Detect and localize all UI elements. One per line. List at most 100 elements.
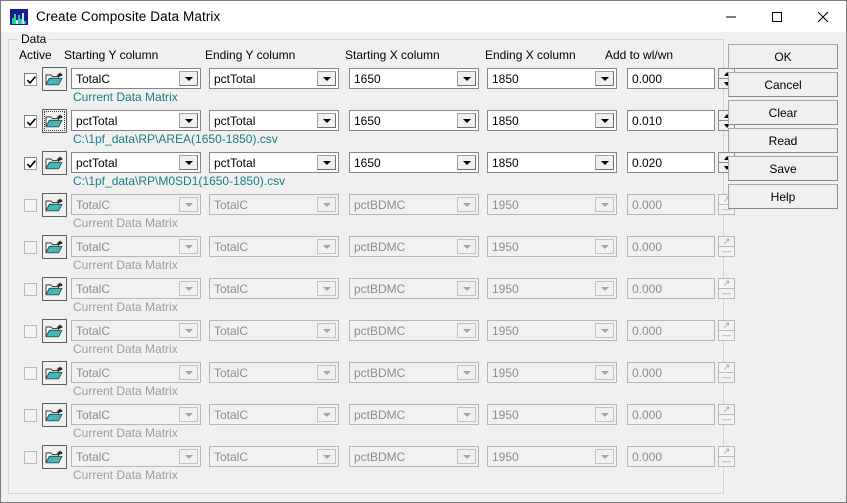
ending-y-column-combo-value: TotalC [214, 365, 249, 380]
open-file-folder-button[interactable] [42, 109, 67, 133]
add-to-wl-wn-stepper[interactable]: 0.000 ↗ — [627, 446, 735, 467]
help-button[interactable]: Help [728, 184, 838, 209]
open-file-folder-button[interactable] [42, 151, 67, 175]
active-checkbox[interactable] [24, 73, 37, 86]
cancel-button[interactable]: Cancel [728, 72, 838, 97]
add-to-wl-wn-stepper[interactable]: 0.000 ↗ — [627, 362, 735, 383]
spinner-down-icon: — [722, 330, 731, 340]
chart-histogram-icon [10, 8, 28, 25]
read-button[interactable]: Read [728, 128, 838, 153]
starting-y-column-combo: TotalC [71, 320, 201, 341]
starting-x-column-combo[interactable]: 1650 [349, 110, 479, 131]
add-to-wl-wn-stepper[interactable]: 0.000 [627, 68, 735, 89]
starting-x-column-combo-value: pctBDMC [354, 365, 406, 380]
add-to-wl-wn-stepper[interactable]: 0.000 ↗ — [627, 278, 735, 299]
active-checkbox[interactable] [24, 199, 37, 212]
chevron-down-icon[interactable] [179, 155, 198, 170]
ending-y-column-combo-value: TotalC [214, 323, 249, 338]
chevron-down-icon[interactable] [457, 71, 476, 86]
chevron-down-icon[interactable] [317, 113, 336, 128]
starting-y-column-combo[interactable]: TotalC [71, 68, 201, 89]
ending-x-column-combo-value: 1950 [492, 365, 519, 380]
ending-x-column-combo[interactable]: 1850 [487, 68, 617, 89]
chevron-down-icon[interactable] [317, 71, 336, 86]
chevron-down-icon [317, 239, 336, 254]
maximize-button[interactable] [754, 1, 800, 32]
add-to-wl-wn-stepper[interactable]: 0.000 ↗ — [627, 236, 735, 257]
ending-y-column-combo[interactable]: pctTotal [209, 68, 339, 89]
chevron-down-icon[interactable] [595, 113, 614, 128]
add-to-wl-wn-stepper[interactable]: 0.000 ↗ — [627, 320, 735, 341]
source-path-label: Current Data Matrix [73, 300, 178, 314]
open-file-folder-button[interactable] [42, 193, 67, 217]
starting-x-column-combo[interactable]: 1650 [349, 68, 479, 89]
add-to-wl-wn-input: 0.000 [627, 446, 715, 467]
save-button[interactable]: Save [728, 156, 838, 181]
chevron-down-icon[interactable] [595, 71, 614, 86]
ending-y-column-combo[interactable]: pctTotal [209, 152, 339, 173]
ending-y-column-combo: TotalC [209, 278, 339, 299]
add-to-wl-wn-input[interactable]: 0.000 [627, 68, 715, 89]
starting-y-column-combo-value: TotalC [76, 365, 111, 380]
starting-x-column-combo: pctBDMC [349, 278, 479, 299]
spinner-down-icon: — [722, 246, 731, 256]
active-checkbox[interactable] [24, 115, 37, 128]
add-to-wl-wn-stepper[interactable]: 0.000 ↗ — [627, 194, 735, 215]
starting-y-column-combo[interactable]: pctTotal [71, 110, 201, 131]
starting-x-column-combo: pctBDMC [349, 320, 479, 341]
active-checkbox[interactable] [24, 283, 37, 296]
active-checkbox[interactable] [24, 409, 37, 422]
data-row: TotalC pctTotal 1650 1850 0.000 Current Data … [9, 66, 735, 108]
chevron-down-icon[interactable] [457, 113, 476, 128]
add-to-wl-wn-stepper[interactable]: 0.010 [627, 110, 735, 131]
add-to-wl-wn-stepper[interactable]: 0.000 ↗ — [627, 404, 735, 425]
open-file-folder-button[interactable] [42, 403, 67, 427]
active-checkbox[interactable] [24, 157, 37, 170]
chevron-down-icon[interactable] [317, 155, 336, 170]
active-checkbox[interactable] [24, 241, 37, 254]
chevron-down-icon [457, 449, 476, 464]
ending-y-column-combo[interactable]: pctTotal [209, 110, 339, 131]
add-to-wl-wn-input[interactable]: 0.010 [627, 110, 715, 131]
spinner-down-icon: — [722, 288, 731, 298]
active-checkbox[interactable] [24, 325, 37, 338]
chevron-down-icon[interactable] [595, 155, 614, 170]
open-file-folder-button[interactable] [42, 445, 67, 469]
data-row: TotalC TotalC pctBDMC 1950 0.000 ↗ — Current Da… [9, 444, 735, 486]
open-file-folder-button[interactable] [42, 361, 67, 385]
open-file-folder-button[interactable] [42, 67, 67, 91]
ending-x-column-combo[interactable]: 1850 [487, 152, 617, 173]
chevron-down-icon[interactable] [457, 155, 476, 170]
open-file-folder-button[interactable] [42, 277, 67, 301]
add-to-wl-wn-input: 0.000 [627, 404, 715, 425]
chevron-down-icon[interactable] [179, 71, 198, 86]
starting-y-column-combo-value: TotalC [76, 323, 111, 338]
add-to-wl-wn-input: 0.000 [627, 362, 715, 383]
starting-y-column-combo: TotalC [71, 278, 201, 299]
chevron-down-icon[interactable] [179, 113, 198, 128]
chevron-down-icon [595, 365, 614, 380]
open-file-folder-button[interactable] [42, 235, 67, 259]
active-checkbox[interactable] [24, 451, 37, 464]
window-controls [708, 1, 846, 32]
chevron-down-icon [179, 239, 198, 254]
starting-x-column-combo-value: pctBDMC [354, 407, 406, 422]
close-button[interactable] [800, 1, 846, 32]
starting-y-column-combo[interactable]: pctTotal [71, 152, 201, 173]
open-file-folder-button[interactable] [42, 319, 67, 343]
starting-x-column-combo[interactable]: 1650 [349, 152, 479, 173]
chevron-down-icon [595, 197, 614, 212]
ending-x-column-combo[interactable]: 1850 [487, 110, 617, 131]
chevron-down-icon [595, 323, 614, 338]
active-checkbox[interactable] [24, 367, 37, 380]
data-row: TotalC TotalC pctBDMC 1950 0.000 ↗ — Current Da… [9, 360, 735, 402]
ending-x-column-combo: 1950 [487, 194, 617, 215]
chevron-down-icon [179, 407, 198, 422]
add-to-wl-wn-stepper[interactable]: 0.020 [627, 152, 735, 173]
minimize-button[interactable] [708, 1, 754, 32]
starting-x-column-combo-value: pctBDMC [354, 281, 406, 296]
ok-button[interactable]: OK [728, 44, 838, 69]
add-to-wl-wn-input[interactable]: 0.020 [627, 152, 715, 173]
data-row: TotalC TotalC pctBDMC 1950 0.000 ↗ — Current Da… [9, 318, 735, 360]
clear-button[interactable]: Clear [728, 100, 838, 125]
